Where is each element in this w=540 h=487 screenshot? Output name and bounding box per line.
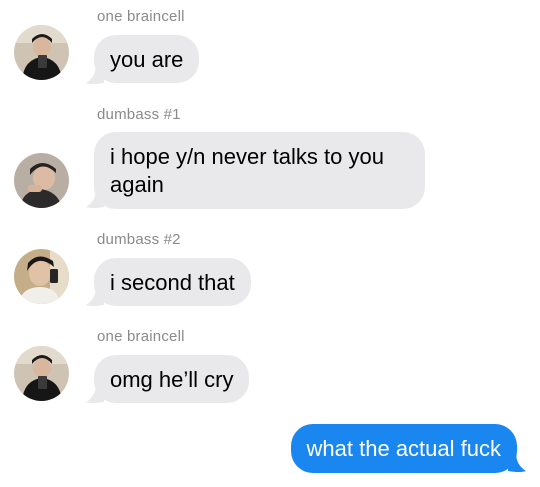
message-bubble[interactable]: i second that bbox=[94, 258, 251, 306]
avatar[interactable] bbox=[14, 346, 69, 401]
bubble-tail bbox=[86, 189, 104, 208]
bubble-tail bbox=[508, 453, 526, 472]
bubble-tail bbox=[86, 65, 104, 84]
avatar[interactable] bbox=[14, 153, 69, 208]
sent-message-bubble[interactable]: what the actual fuck bbox=[290, 424, 517, 473]
bubble-tail bbox=[86, 287, 104, 306]
avatar[interactable] bbox=[14, 25, 69, 80]
avatar[interactable] bbox=[14, 249, 69, 304]
sender-name: one braincell bbox=[97, 8, 185, 25]
sender-name: one braincell bbox=[97, 328, 185, 345]
message-bubble[interactable]: omg he’ll cry bbox=[94, 355, 250, 403]
sender-name: dumbass #2 bbox=[97, 231, 181, 248]
message-bubble[interactable]: you are bbox=[94, 35, 200, 83]
bubble-tail bbox=[86, 384, 104, 403]
sender-name: dumbass #1 bbox=[97, 106, 181, 123]
message-bubble[interactable]: i hope y/n never talks to you again bbox=[94, 132, 425, 209]
